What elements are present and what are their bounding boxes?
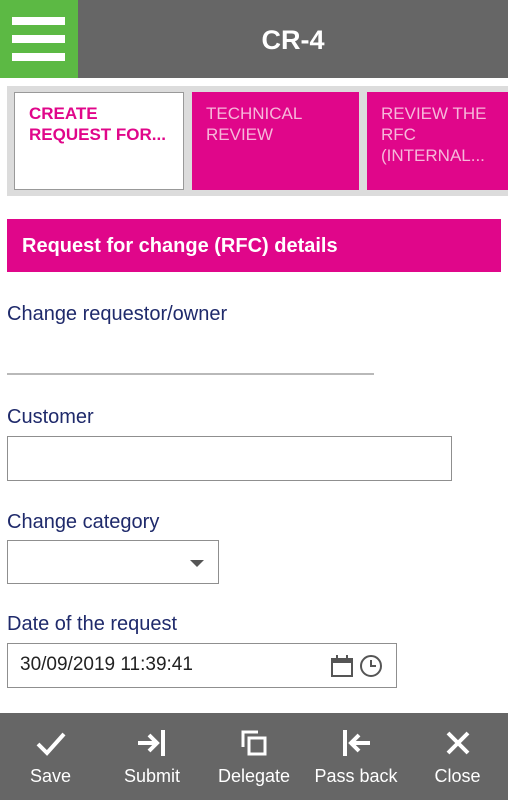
arrow-to-bar-right-icon bbox=[138, 730, 165, 756]
step-label-line: RFC bbox=[381, 125, 416, 144]
calendar-icon[interactable] bbox=[330, 654, 354, 678]
copy-icon bbox=[241, 730, 267, 756]
step-technical-review[interactable]: TECHNICAL REVIEW bbox=[192, 92, 359, 190]
clock-icon[interactable] bbox=[359, 654, 383, 678]
step-label-line: TECHNICAL bbox=[206, 104, 303, 123]
date-label: Date of the request bbox=[7, 613, 178, 635]
close-label: Close bbox=[434, 766, 481, 786]
pass-back-button[interactable]: Pass back bbox=[305, 713, 407, 800]
arrow-from-bar-left-icon bbox=[343, 730, 370, 756]
category-select[interactable] bbox=[7, 540, 219, 584]
save-label: Save bbox=[29, 766, 72, 786]
bottom-action-bar: Save Submit Delegate Pass back Close bbox=[0, 713, 508, 800]
x-close-icon bbox=[446, 731, 469, 755]
delegate-label: Delegate bbox=[217, 766, 291, 786]
submit-label: Submit bbox=[123, 766, 181, 786]
category-label: Change category bbox=[7, 511, 160, 533]
step-review-rfc[interactable]: REVIEW THE RFC (INTERNAL... bbox=[367, 92, 508, 190]
submit-button[interactable]: Submit bbox=[101, 713, 203, 800]
date-input[interactable]: 30/09/2019 11:39:41 bbox=[7, 643, 397, 688]
workflow-steps: CREATE REQUEST FOR... TECHNICAL REVIEW R… bbox=[7, 86, 508, 196]
requestor-label: Change requestor/owner bbox=[7, 303, 228, 325]
step-label-line: REQUEST FOR... bbox=[29, 125, 166, 144]
chevron-down-icon bbox=[190, 560, 204, 567]
page-title: CR-4 bbox=[261, 25, 325, 55]
section-header: Request for change (RFC) details bbox=[7, 219, 501, 272]
top-bar: CR-4 bbox=[0, 0, 508, 78]
date-value: 30/09/2019 11:39:41 bbox=[20, 654, 193, 675]
delegate-button[interactable]: Delegate bbox=[203, 713, 305, 800]
step-label-line: REVIEW bbox=[206, 125, 274, 144]
customer-input[interactable] bbox=[7, 436, 452, 481]
step-create-request[interactable]: CREATE REQUEST FOR... bbox=[14, 92, 184, 190]
step-label-line: CREATE bbox=[29, 104, 98, 123]
step-label-line: REVIEW THE bbox=[381, 104, 487, 123]
menu-button[interactable] bbox=[0, 0, 78, 78]
step-label-line: (INTERNAL... bbox=[381, 146, 485, 165]
checkmark-icon bbox=[36, 732, 65, 756]
save-button[interactable]: Save bbox=[0, 713, 101, 800]
requestor-field[interactable] bbox=[7, 373, 374, 375]
pass-back-label: Pass back bbox=[314, 766, 398, 786]
customer-label: Customer bbox=[7, 406, 94, 428]
close-button[interactable]: Close bbox=[407, 713, 508, 800]
